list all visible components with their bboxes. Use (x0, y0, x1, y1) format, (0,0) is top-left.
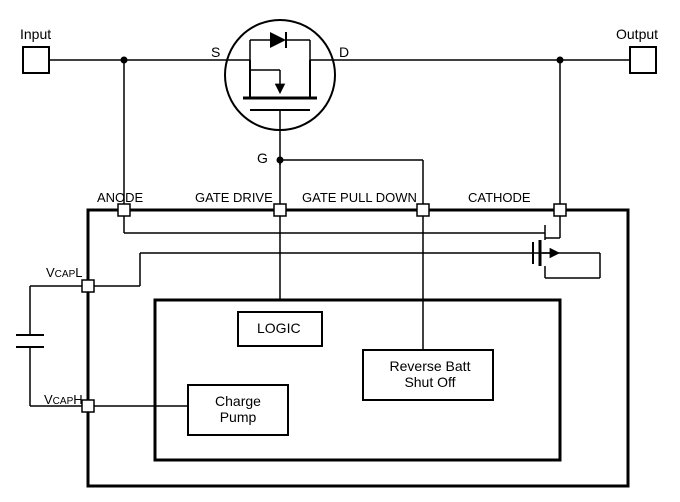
ic-body (88, 210, 628, 486)
label-gate-drive: GATE DRIVE (195, 190, 273, 205)
label-anode: ANODE (97, 190, 143, 205)
label-vcaph: VCAPH (44, 392, 83, 407)
label-vcapl: VCAPL (46, 265, 82, 280)
external-capacitor (16, 286, 82, 406)
pin-vcapl (82, 280, 94, 292)
label-g: G (257, 150, 268, 166)
pin-gate-pull-down (417, 204, 429, 216)
input-terminal (23, 47, 49, 73)
label-gate-pull-down: GATE PULL DOWN (302, 190, 417, 205)
pin-vcaph (82, 400, 94, 412)
label-cathode: CATHODE (468, 190, 531, 205)
pin-cathode (554, 204, 566, 216)
label-charge-pump: Charge Pump (208, 393, 268, 425)
label-d: D (339, 44, 349, 60)
output-terminal (630, 47, 656, 73)
label-logic: LOGIC (257, 320, 301, 336)
label-s: S (211, 44, 220, 60)
pin-anode (118, 204, 130, 216)
internal-fet (524, 225, 600, 278)
label-reverse-batt: Reverse Batt Shut Off (380, 358, 480, 390)
pin-gate-drive (274, 204, 286, 216)
label-input: Input (20, 26, 51, 42)
label-output: Output (616, 26, 658, 42)
